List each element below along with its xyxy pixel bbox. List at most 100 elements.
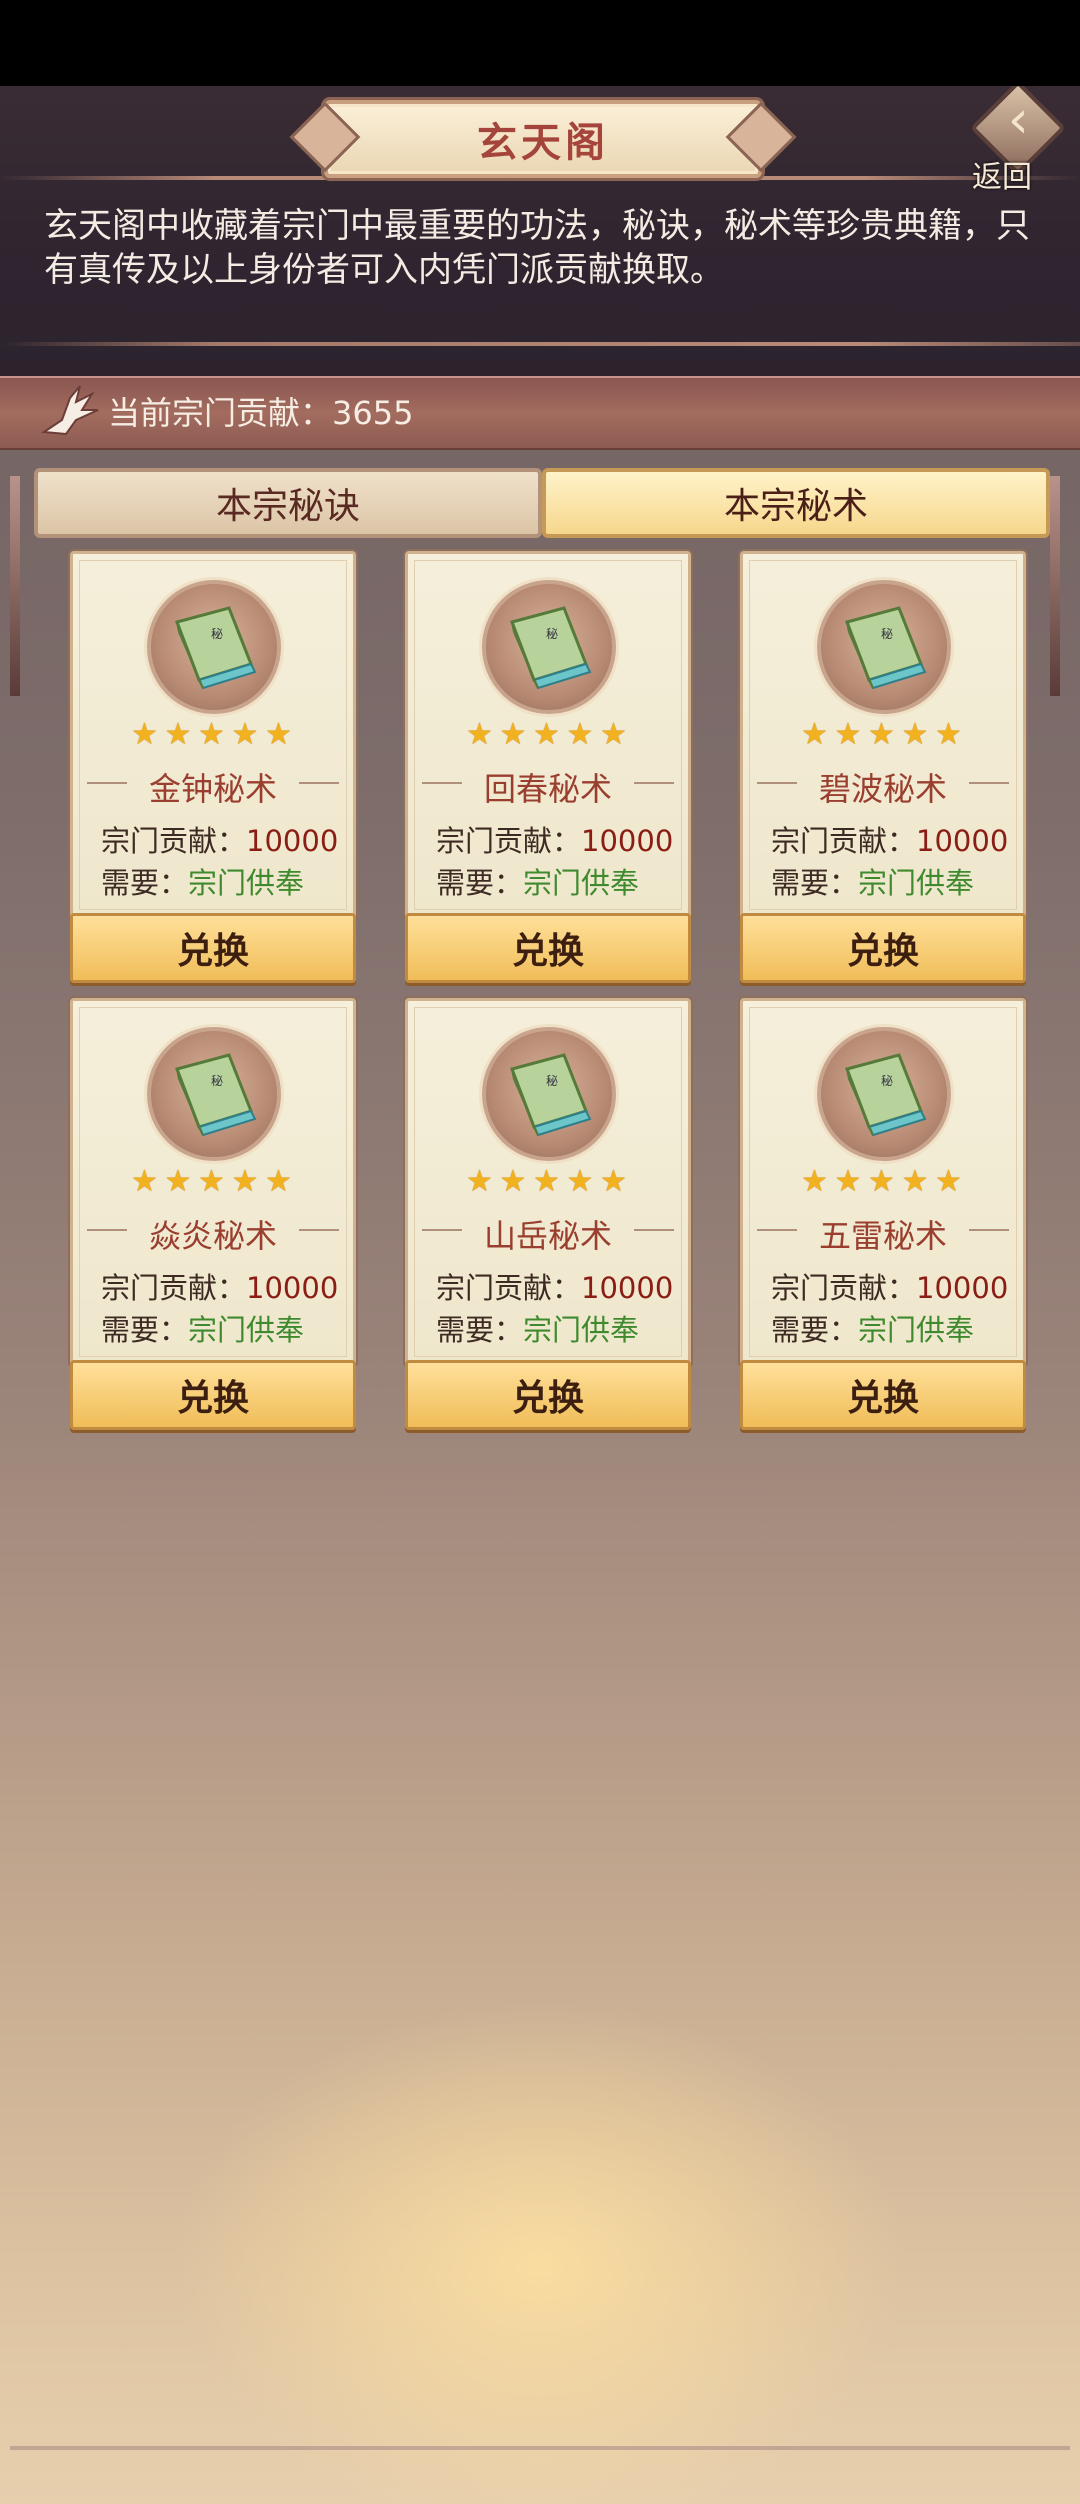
cost-line: 宗门贡献：10000 (436, 818, 673, 860)
star-icon: ★ (231, 717, 259, 752)
item-card: 秘 ★ ★ ★ ★ ★ 山岳秘术 宗门贡献：10000 需要：宗门供奉 兑换 (405, 998, 691, 1430)
card-body: 秘 ★ ★ ★ ★ ★ 回春秘术 宗门贡献：10000 需要：宗门供奉 (405, 551, 691, 919)
svg-text:秘: 秘 (211, 1074, 223, 1088)
page-title: 玄天阁 (477, 120, 609, 166)
star-icon: ★ (198, 1164, 225, 1199)
star-icon: ★ (566, 1164, 594, 1199)
requirement-value: 宗门供奉 (858, 866, 975, 900)
exchange-button[interactable]: 兑换 (405, 1360, 691, 1430)
cost-value: 10000 (581, 1271, 674, 1305)
title-plate: 玄天阁 (324, 100, 762, 178)
book-icon: 秘 (175, 606, 257, 690)
star-icon: ★ (935, 1164, 962, 1199)
requirement-label: 需要： (771, 866, 859, 900)
star-icon: ★ (533, 717, 560, 752)
cost-value: 10000 (246, 824, 339, 858)
exchange-button[interactable]: 兑换 (70, 913, 356, 983)
book-icon: 秘 (510, 1053, 592, 1137)
star-icon: ★ (164, 717, 192, 752)
star-icon: ★ (935, 717, 962, 752)
book-frame: 秘 (482, 580, 616, 714)
card-body: 秘 ★ ★ ★ ★ ★ 金钟秘术 宗门贡献：10000 需要：宗门供奉 (70, 551, 356, 919)
cost-value: 10000 (581, 824, 674, 858)
star-icon: ★ (901, 717, 929, 752)
cost-label: 宗门贡献： (101, 1271, 247, 1305)
star-rating: ★ ★ ★ ★ ★ (131, 1167, 295, 1199)
requirement-label: 需要： (436, 866, 524, 900)
star-icon: ★ (801, 717, 828, 752)
star-icon: ★ (801, 1164, 828, 1199)
star-icon: ★ (131, 1164, 158, 1199)
contribution-label: 当前宗门贡献： (108, 394, 333, 432)
item-card: 秘 ★ ★ ★ ★ ★ 金钟秘术 宗门贡献：10000 需要：宗门供奉 兑换 (70, 551, 356, 983)
star-icon: ★ (466, 1164, 493, 1199)
tab-secret-arts[interactable]: 本宗秘术 (542, 468, 1050, 538)
cost-label: 宗门贡献： (436, 824, 582, 858)
star-icon: ★ (868, 1164, 895, 1199)
exchange-button[interactable]: 兑换 (740, 1360, 1026, 1430)
left-side-ornament (10, 476, 20, 696)
cost-value: 10000 (916, 824, 1009, 858)
exchange-button[interactable]: 兑换 (70, 1360, 356, 1430)
status-bar (0, 0, 1080, 86)
requirement-label: 需要： (101, 866, 189, 900)
star-icon: ★ (499, 717, 527, 752)
star-rating: ★ ★ ★ ★ ★ (466, 1167, 630, 1199)
contribution-text: 当前宗门贡献：3655 (108, 388, 413, 434)
svg-text:秘: 秘 (546, 627, 558, 641)
star-rating: ★ ★ ★ ★ ★ (801, 720, 965, 752)
item-card: 秘 ★ ★ ★ ★ ★ 焱炎秘术 宗门贡献：10000 需要：宗门供奉 兑换 (70, 998, 356, 1430)
requirement-value: 宗门供奉 (188, 866, 305, 900)
requirement-value: 宗门供奉 (523, 1313, 640, 1347)
star-icon: ★ (533, 1164, 560, 1199)
star-rating: ★ ★ ★ ★ ★ (801, 1167, 965, 1199)
star-icon: ★ (834, 717, 862, 752)
book-frame: 秘 (817, 580, 951, 714)
star-icon: ★ (198, 717, 225, 752)
item-name: 山岳秘术 (483, 1217, 612, 1255)
contribution-value: 3655 (332, 394, 414, 432)
bottom-divider (10, 2446, 1070, 2450)
star-icon: ★ (265, 1164, 292, 1199)
star-icon: ★ (231, 1164, 259, 1199)
star-icon: ★ (600, 1164, 627, 1199)
star-icon: ★ (566, 717, 594, 752)
svg-text:秘: 秘 (881, 627, 893, 641)
item-card: 秘 ★ ★ ★ ★ ★ 碧波秘术 宗门贡献：10000 需要：宗门供奉 兑换 (740, 551, 1026, 983)
exchange-button[interactable]: 兑换 (740, 913, 1026, 983)
cost-label: 宗门贡献： (771, 824, 917, 858)
book-frame: 秘 (482, 1027, 616, 1161)
book-icon: 秘 (510, 606, 592, 690)
star-icon: ★ (834, 1164, 862, 1199)
requirement-line: 需要：宗门供奉 (771, 860, 974, 902)
header-divider-bottom (0, 342, 1080, 346)
item-name: 碧波秘术 (818, 770, 947, 808)
book-icon: 秘 (845, 606, 927, 690)
item-card: 秘 ★ ★ ★ ★ ★ 五雷秘术 宗门贡献：10000 需要：宗门供奉 兑换 (740, 998, 1026, 1430)
cost-label: 宗门贡献： (771, 1271, 917, 1305)
exchange-button[interactable]: 兑换 (405, 913, 691, 983)
svg-text:秘: 秘 (881, 1074, 893, 1088)
card-body: 秘 ★ ★ ★ ★ ★ 焱炎秘术 宗门贡献：10000 需要：宗门供奉 (70, 998, 356, 1366)
book-frame: 秘 (147, 580, 281, 714)
item-name: 焱炎秘术 (148, 1217, 277, 1255)
cost-line: 宗门贡献：10000 (101, 818, 338, 860)
cost-value: 10000 (246, 1271, 339, 1305)
requirement-value: 宗门供奉 (188, 1313, 305, 1347)
card-body: 秘 ★ ★ ★ ★ ★ 山岳秘术 宗门贡献：10000 需要：宗门供奉 (405, 998, 691, 1366)
back-button[interactable]: 返回 (958, 86, 1068, 196)
star-icon: ★ (499, 1164, 527, 1199)
star-icon: ★ (868, 717, 895, 752)
book-icon: 秘 (845, 1053, 927, 1137)
tab-secret-tips[interactable]: 本宗秘诀 (34, 468, 542, 538)
book-icon: 秘 (175, 1053, 257, 1137)
star-icon: ★ (164, 1164, 192, 1199)
requirement-line: 需要：宗门供奉 (101, 1307, 304, 1349)
card-body: 秘 ★ ★ ★ ★ ★ 碧波秘术 宗门贡献：10000 需要：宗门供奉 (740, 551, 1026, 919)
star-icon: ★ (265, 717, 292, 752)
requirement-label: 需要： (101, 1313, 189, 1347)
svg-text:秘: 秘 (546, 1074, 558, 1088)
requirement-value: 宗门供奉 (858, 1313, 975, 1347)
star-icon: ★ (901, 1164, 929, 1199)
requirement-line: 需要：宗门供奉 (101, 860, 304, 902)
